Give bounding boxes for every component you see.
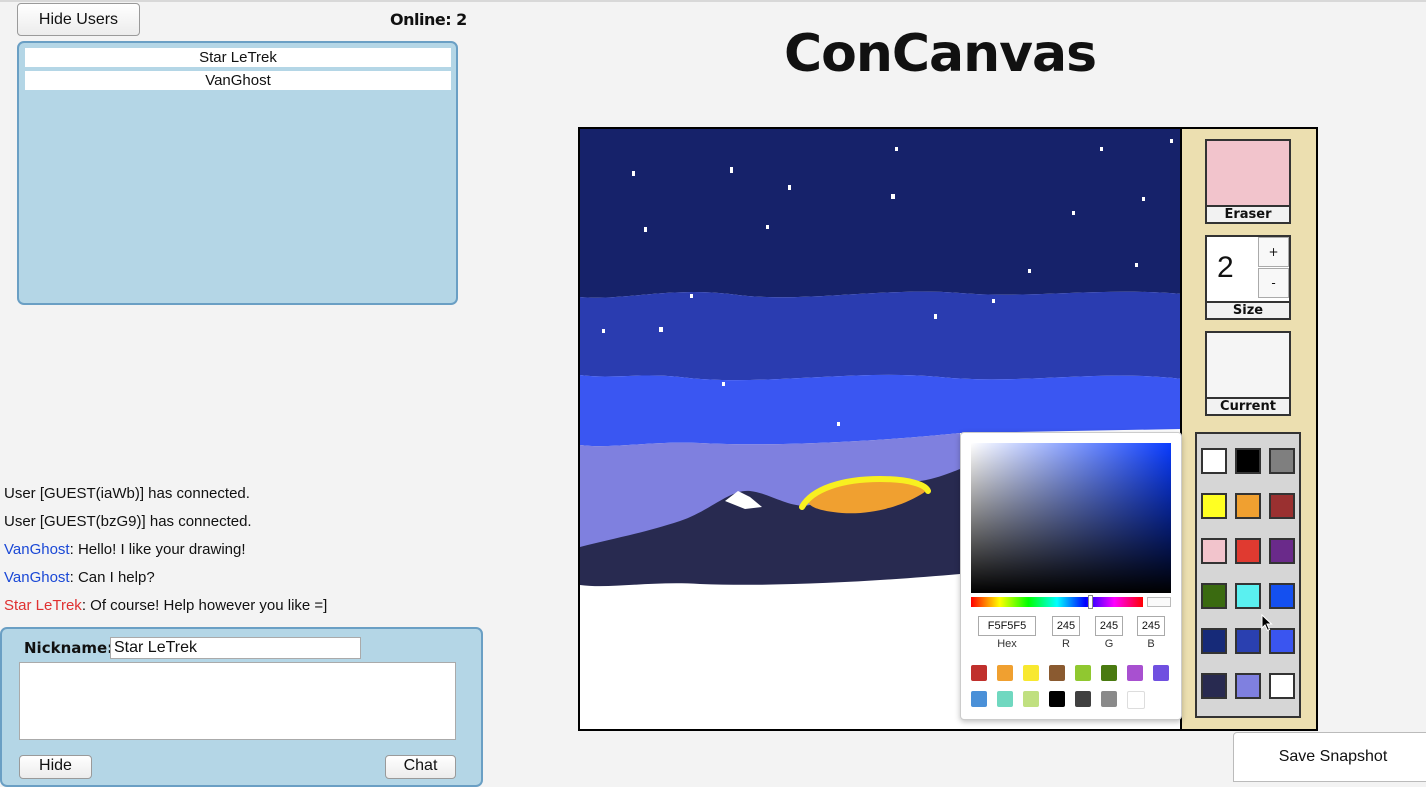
palette-color-swatch[interactable] xyxy=(1201,493,1227,519)
palette-color-swatch[interactable] xyxy=(1269,493,1295,519)
current-label: Current xyxy=(1207,397,1289,414)
preset-color-swatch[interactable] xyxy=(1023,665,1039,681)
user-list-item[interactable]: VanGhost xyxy=(25,71,451,90)
message-text: : Of course! Help however you like =] xyxy=(81,597,328,614)
chat-message: User [GUEST(bzG9)] has connected. xyxy=(4,510,327,538)
hide-users-button[interactable]: Hide Users xyxy=(17,3,140,36)
current-color-tool[interactable]: Current xyxy=(1205,331,1291,416)
message-nick: VanGhost xyxy=(4,541,70,558)
message-text: : Can I help? xyxy=(69,569,155,586)
mouse-cursor-icon xyxy=(1261,613,1273,636)
user-list-item[interactable]: Star LeTrek xyxy=(25,48,451,67)
preset-color-swatch[interactable] xyxy=(971,691,987,707)
hue-slider-handle[interactable] xyxy=(1088,595,1093,609)
size-decrease-button[interactable]: - xyxy=(1258,268,1289,298)
red-input[interactable]: 245 xyxy=(1052,616,1080,636)
chat-message: Star LeTrek: Of course! Help however you… xyxy=(4,594,327,622)
color-picker-popup: F5F5F5 245 245 245 Hex R G B xyxy=(960,432,1182,720)
palette-color-swatch[interactable] xyxy=(1269,673,1295,699)
preset-color-swatch[interactable] xyxy=(1153,665,1169,681)
nickname-label: Nickname: xyxy=(24,639,114,657)
hide-chat-button[interactable]: Hide xyxy=(19,755,92,779)
preset-color-swatch[interactable] xyxy=(1127,665,1143,681)
palette-color-swatch[interactable] xyxy=(1235,448,1261,474)
preset-color-swatch[interactable] xyxy=(1075,691,1091,707)
size-increase-button[interactable]: + xyxy=(1258,237,1289,267)
message-text: User [GUEST(bzG9)] has connected. xyxy=(4,513,252,530)
size-tool: 2 + - Size xyxy=(1205,235,1291,320)
palette-color-swatch[interactable] xyxy=(1201,628,1227,654)
preset-color-swatch[interactable] xyxy=(1023,691,1039,707)
green-label: G xyxy=(1104,638,1114,650)
chat-message-input[interactable] xyxy=(19,662,456,740)
current-color-swatch xyxy=(1207,333,1289,397)
preset-color-swatch[interactable] xyxy=(1127,691,1145,709)
hex-label: Hex xyxy=(997,638,1017,650)
hex-input[interactable]: F5F5F5 xyxy=(978,616,1036,636)
app-title: ConCanvas xyxy=(783,24,1097,84)
chat-message: VanGhost: Can I help? xyxy=(4,566,327,594)
preset-color-swatch[interactable] xyxy=(971,665,987,681)
message-text: : Hello! I like your drawing! xyxy=(69,541,246,558)
preset-color-swatch[interactable] xyxy=(1049,691,1065,707)
palette-color-swatch[interactable] xyxy=(1201,538,1227,564)
palette-color-swatch[interactable] xyxy=(1269,538,1295,564)
message-nick: VanGhost xyxy=(4,569,70,586)
message-nick: Star LeTrek xyxy=(4,597,82,614)
palette-color-swatch[interactable] xyxy=(1269,583,1295,609)
eraser-tool[interactable]: Eraser xyxy=(1205,139,1291,224)
palette-color-swatch[interactable] xyxy=(1235,493,1261,519)
palette-color-swatch[interactable] xyxy=(1201,583,1227,609)
saturation-value-area[interactable] xyxy=(971,443,1171,593)
eraser-color-swatch xyxy=(1207,141,1289,205)
palette-color-swatch[interactable] xyxy=(1269,448,1295,474)
size-label: Size xyxy=(1207,301,1289,318)
preset-color-swatch[interactable] xyxy=(1075,665,1091,681)
palette-color-swatch[interactable] xyxy=(1235,628,1261,654)
palette-color-swatch[interactable] xyxy=(1201,448,1227,474)
hue-slider[interactable] xyxy=(971,597,1143,607)
chat-message: User [GUEST(iaWb)] has connected. xyxy=(4,482,327,510)
top-border xyxy=(0,0,1426,2)
brush-size-value: 2 xyxy=(1217,251,1234,284)
message-text: User [GUEST(iaWb)] has connected. xyxy=(4,485,250,502)
palette-color-swatch[interactable] xyxy=(1235,538,1261,564)
alpha-slider[interactable] xyxy=(1147,597,1171,607)
blue-label: B xyxy=(1147,638,1155,650)
chat-messages: User [GUEST(iaWb)] has connected. User [… xyxy=(4,482,327,622)
palette-color-swatch[interactable] xyxy=(1235,673,1261,699)
preset-color-swatch[interactable] xyxy=(1101,691,1117,707)
users-list-panel: Star LeTrek VanGhost xyxy=(17,41,458,305)
save-snapshot-button[interactable]: Save Snapshot xyxy=(1233,732,1426,782)
palette-color-swatch[interactable] xyxy=(1235,583,1261,609)
green-input[interactable]: 245 xyxy=(1095,616,1123,636)
online-count: Online: 2 xyxy=(390,10,467,29)
preset-color-swatch[interactable] xyxy=(997,665,1013,681)
send-chat-button[interactable]: Chat xyxy=(385,755,456,779)
red-label: R xyxy=(1062,638,1070,650)
blue-input[interactable]: 245 xyxy=(1137,616,1165,636)
palette-color-swatch[interactable] xyxy=(1201,673,1227,699)
preset-color-swatch[interactable] xyxy=(1101,665,1117,681)
preset-color-swatch[interactable] xyxy=(1049,665,1065,681)
nickname-input[interactable]: Star LeTrek xyxy=(110,637,361,659)
color-palette xyxy=(1195,432,1301,718)
eraser-label: Eraser xyxy=(1207,205,1289,222)
preset-color-swatch[interactable] xyxy=(997,691,1013,707)
chat-message: VanGhost: Hello! I like your drawing! xyxy=(4,538,327,566)
